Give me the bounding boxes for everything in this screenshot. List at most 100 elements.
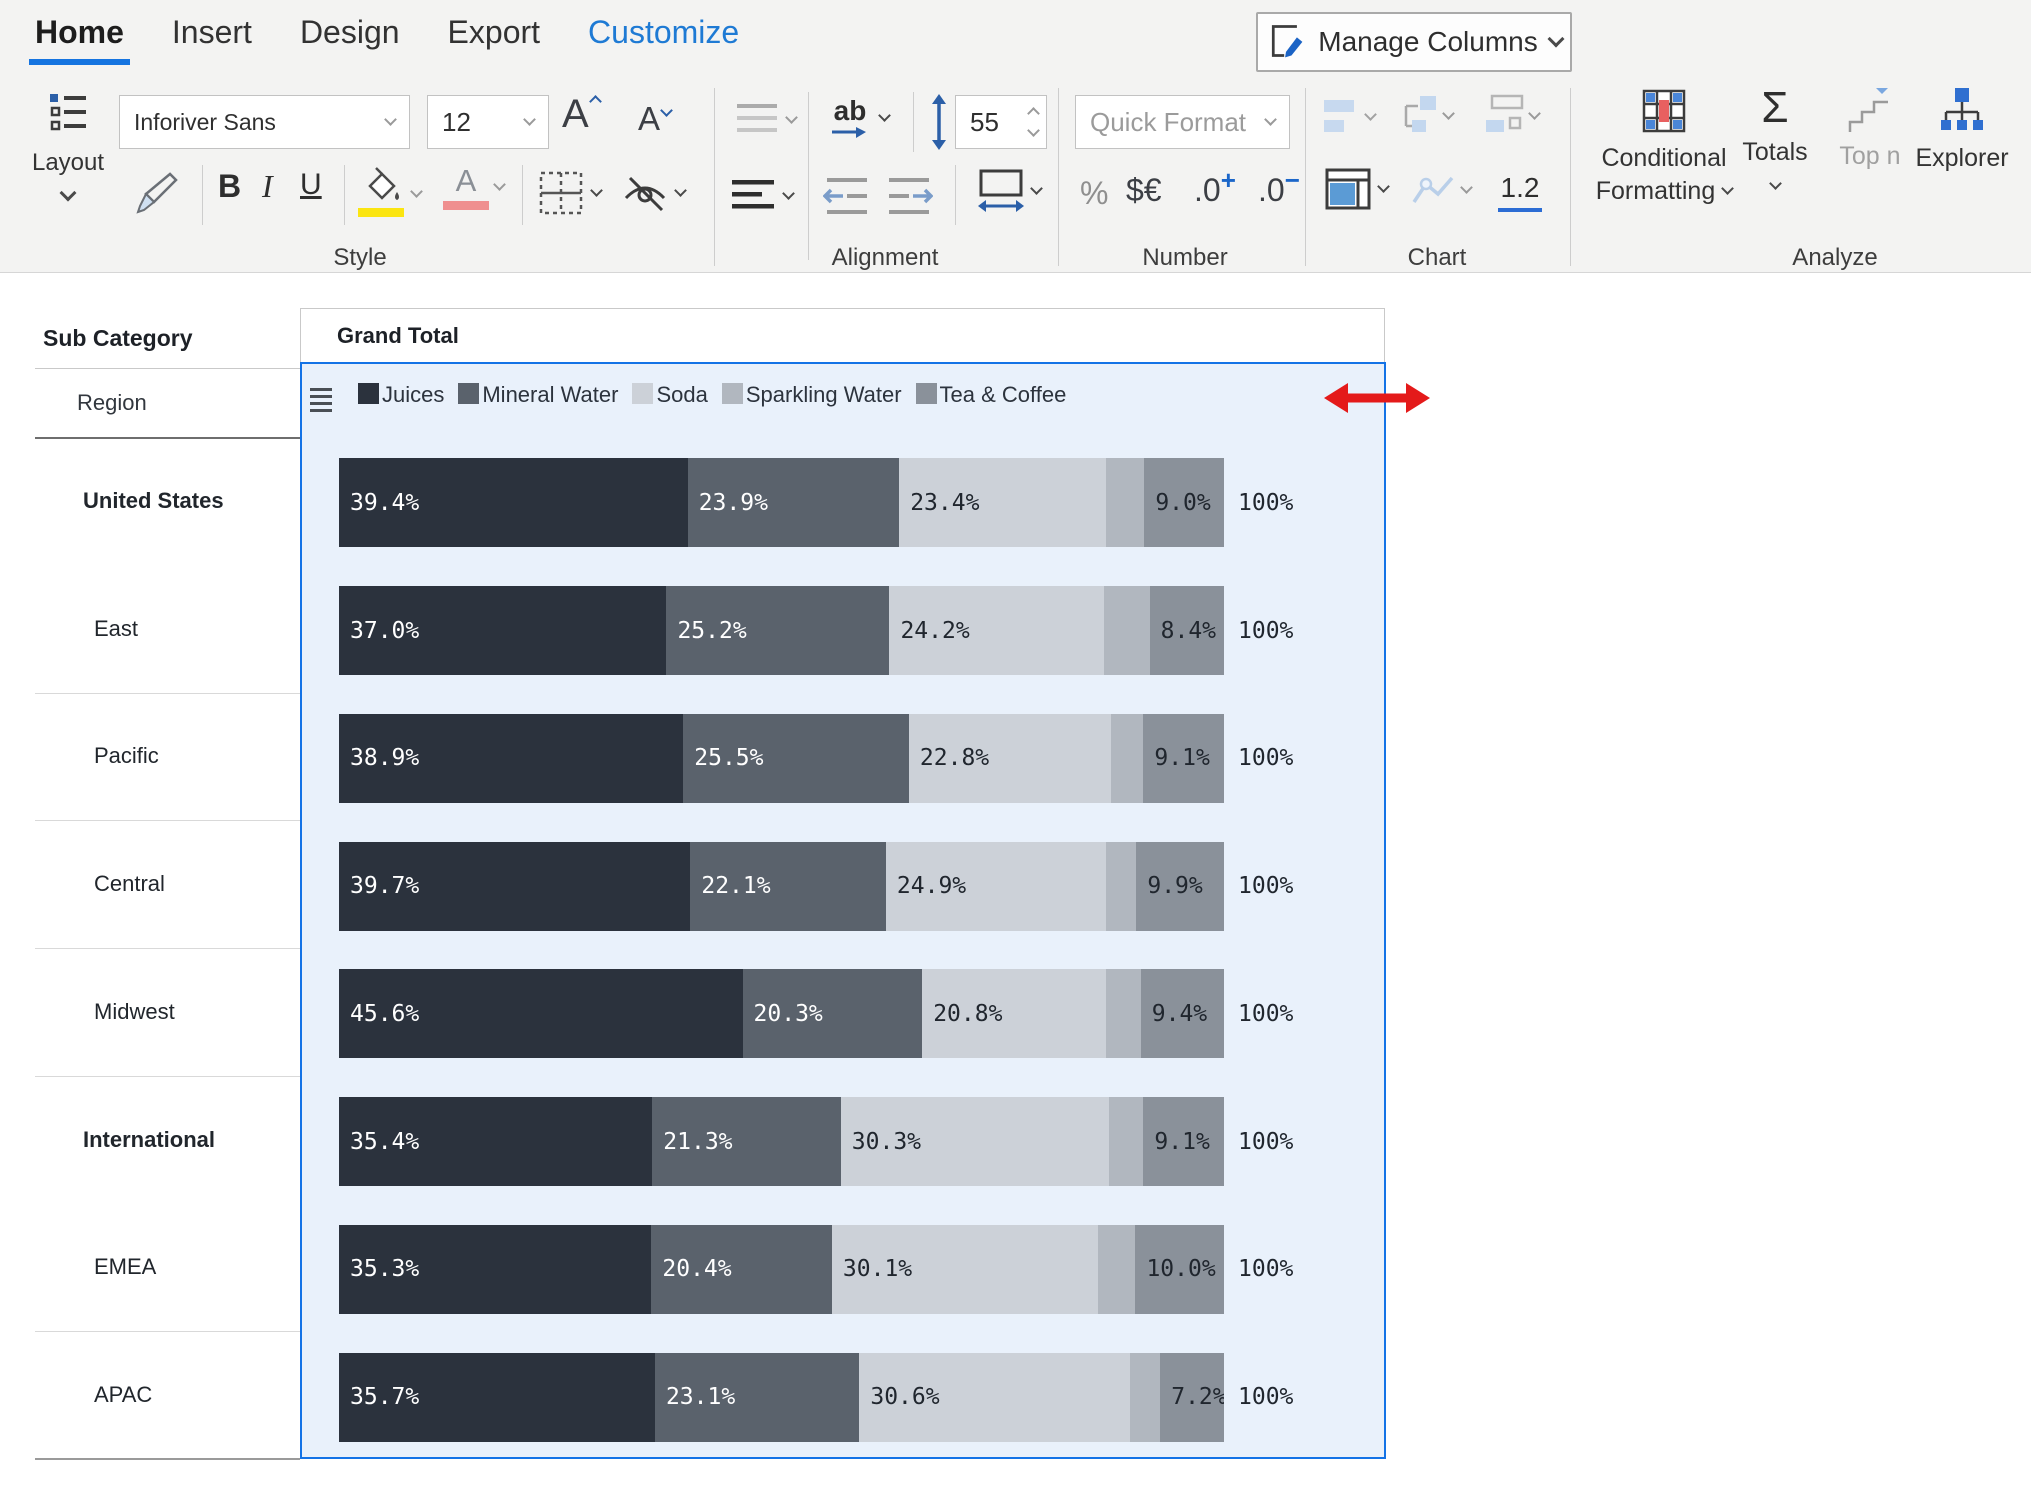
bar-segment-soda[interactable]: 24.9% (886, 842, 1106, 931)
increase-indent-button[interactable] (885, 176, 933, 218)
decimal-places-button[interactable]: 1.2 (1498, 172, 1542, 212)
font-size-select[interactable]: 12 (427, 95, 549, 149)
bar-segment-mineral-water[interactable]: 25.5% (683, 714, 909, 803)
bar-segment-tea---coffee[interactable]: 10.0% (1135, 1225, 1224, 1314)
bold-button[interactable]: B (218, 168, 241, 205)
bar-segment-soda[interactable]: 30.3% (841, 1097, 1109, 1186)
row-label-pacific[interactable]: Pacific (35, 693, 300, 821)
row-label-international[interactable]: International (35, 1076, 300, 1204)
stacked-bar[interactable]: 45.6%20.3%20.8% 9.4% (339, 969, 1224, 1058)
quick-format-select[interactable]: Quick Format (1075, 95, 1290, 149)
tab-customize[interactable]: Customize (588, 14, 739, 65)
percent-format-button[interactable]: % (1080, 175, 1108, 212)
font-color-button[interactable]: A (443, 164, 504, 210)
column-resize-arrow[interactable] (1322, 381, 1432, 415)
wrap-text-button[interactable]: ab (830, 96, 889, 140)
bar-segment-juices[interactable]: 35.4% (339, 1097, 652, 1186)
currency-format-button[interactable]: $€ (1126, 172, 1162, 209)
row-label-emea[interactable]: EMEA (35, 1204, 300, 1332)
top-n-button[interactable]: Top n (1830, 84, 1910, 171)
bar-segment-soda[interactable]: 22.8% (909, 714, 1111, 803)
bar-segment-sparkling-water[interactable] (1106, 969, 1141, 1058)
bar-segment-tea---coffee[interactable]: 7.2% (1160, 1353, 1224, 1442)
grand-total-header[interactable]: Grand Total (300, 308, 1385, 362)
bar-segment-sparkling-water[interactable] (1111, 714, 1144, 803)
bar-segment-juices[interactable]: 37.0% (339, 586, 666, 675)
conditional-formatting-button[interactable]: Conditional Formatting (1594, 88, 1734, 206)
bar-segment-mineral-water[interactable]: 21.3% (652, 1097, 841, 1186)
manage-columns-button[interactable]: Manage Columns (1256, 12, 1572, 72)
stacked-bar[interactable]: 38.9%25.5%22.8% 9.1% (339, 714, 1224, 803)
stacked-bar[interactable]: 35.3%20.4%30.1% 10.0% (339, 1225, 1224, 1314)
font-family-select[interactable]: Inforiver Sans (119, 95, 410, 149)
decrease-decimal-button[interactable]: .0 − (1258, 172, 1300, 209)
legend-item[interactable]: Soda (632, 382, 707, 408)
stacked-bar[interactable]: 39.7%22.1%24.9% 9.9% (339, 842, 1224, 931)
bar-segment-tea---coffee[interactable]: 9.1% (1143, 1097, 1224, 1186)
bar-segment-juices[interactable]: 45.6% (339, 969, 743, 1058)
stacked-bar[interactable]: 39.4%23.9%23.4% 9.0% (339, 458, 1224, 547)
bar-segment-sparkling-water[interactable] (1106, 842, 1136, 931)
underline-button[interactable]: U (300, 168, 322, 202)
tab-export[interactable]: Export (448, 14, 540, 65)
bar-segment-mineral-water[interactable]: 22.1% (690, 842, 886, 931)
region-header[interactable]: Region (35, 368, 300, 437)
bar-segment-juices[interactable]: 35.7% (339, 1353, 655, 1442)
chart-fill-button[interactable] (1325, 168, 1388, 210)
chart-type-bar-button[interactable] (1322, 96, 1375, 138)
bar-segment-tea---coffee[interactable]: 9.9% (1136, 842, 1224, 931)
bar-segment-tea---coffee[interactable]: 9.1% (1143, 714, 1224, 803)
stacked-bar[interactable]: 35.7%23.1%30.6% 7.2% (339, 1353, 1224, 1442)
bar-segment-juices[interactable]: 35.3% (339, 1225, 651, 1314)
bar-segment-soda[interactable]: 23.4% (899, 458, 1106, 547)
bar-segment-juices[interactable]: 38.9% (339, 714, 683, 803)
column-width-button[interactable] (978, 168, 1041, 214)
bar-segment-mineral-water[interactable]: 20.3% (743, 969, 923, 1058)
legend-item[interactable]: Mineral Water (458, 382, 618, 408)
stacked-bar[interactable]: 35.4%21.3%30.3% 9.1% (339, 1097, 1224, 1186)
measure-column-selection[interactable]: JuicesMineral WaterSodaSparkling WaterTe… (300, 362, 1386, 1459)
bar-segment-mineral-water[interactable]: 23.1% (655, 1353, 859, 1442)
bar-segment-sparkling-water[interactable] (1106, 458, 1144, 547)
borders-button[interactable] (538, 170, 601, 216)
row-label-midwest[interactable]: Midwest (35, 948, 300, 1076)
row-height-stepper[interactable]: 55 (955, 95, 1047, 149)
bar-segment-juices[interactable]: 39.4% (339, 458, 688, 547)
bar-segment-juices[interactable]: 39.7% (339, 842, 690, 931)
decrease-font-button[interactable]: A (638, 100, 671, 138)
bar-segment-tea---coffee[interactable]: 8.4% (1150, 586, 1224, 675)
row-label-united-states[interactable]: United States (35, 437, 300, 565)
row-label-apac[interactable]: APAC (35, 1331, 300, 1459)
increase-decimal-button[interactable]: .0 + (1194, 172, 1236, 209)
stacked-bar[interactable]: 37.0%25.2%24.2%8.4% (339, 586, 1224, 675)
bar-segment-mineral-water[interactable]: 20.4% (651, 1225, 832, 1314)
bar-segment-sparkling-water[interactable] (1104, 586, 1150, 675)
decrease-indent-button[interactable] (823, 176, 871, 218)
chart-type-combo-button[interactable] (1398, 92, 1453, 140)
tab-insert[interactable]: Insert (172, 14, 252, 65)
bar-segment-soda[interactable]: 30.6% (859, 1353, 1130, 1442)
bar-segment-mineral-water[interactable]: 23.9% (688, 458, 900, 547)
tab-home[interactable]: Home (35, 14, 124, 65)
drag-handle-icon[interactable] (310, 388, 332, 412)
chart-layout-button[interactable] (1484, 92, 1539, 140)
vertical-align-button[interactable] (735, 100, 796, 140)
stepper-up-icon[interactable] (1027, 107, 1040, 120)
row-label-central[interactable]: Central (35, 820, 300, 948)
bar-segment-soda[interactable]: 30.1% (832, 1225, 1098, 1314)
row-label-east[interactable]: East (35, 565, 300, 693)
tab-design[interactable]: Design (300, 14, 400, 65)
bar-segment-soda[interactable]: 20.8% (922, 969, 1106, 1058)
legend-item[interactable]: Tea & Coffee (916, 382, 1067, 408)
stepper-down-icon[interactable] (1027, 124, 1040, 137)
bar-segment-soda[interactable]: 24.2% (889, 586, 1103, 675)
fill-color-button[interactable] (356, 164, 421, 225)
layout-button[interactable]: Layout (22, 88, 114, 228)
hide-values-button[interactable] (620, 168, 685, 218)
legend-item[interactable]: Sparkling Water (722, 382, 902, 408)
bar-segment-tea---coffee[interactable]: 9.4% (1141, 969, 1224, 1058)
increase-font-button[interactable]: A (562, 92, 600, 137)
bar-segment-tea---coffee[interactable]: 9.0% (1144, 458, 1224, 547)
explorer-button[interactable]: Explorer (1912, 86, 2012, 173)
format-painter-button[interactable] (130, 166, 182, 218)
